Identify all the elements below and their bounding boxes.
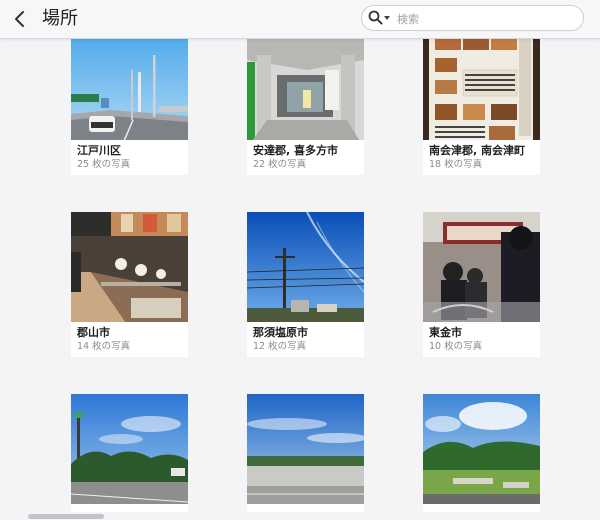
photo-count <box>71 508 188 512</box>
page-title: 場所 <box>42 8 78 29</box>
place-name: 東金市 <box>429 326 462 339</box>
place-card[interactable]: 江戸川区 25 枚の写真 <box>71 30 188 175</box>
place-thumbnail[interactable] <box>71 212 188 322</box>
place-thumbnail[interactable] <box>247 30 364 140</box>
back-button[interactable] <box>8 6 32 32</box>
place-thumbnail[interactable] <box>423 212 540 322</box>
place-card[interactable]: 東金市 10 枚の写真 <box>423 212 540 357</box>
place-name: 南会津郡, 南会津町 <box>429 144 526 157</box>
place-card[interactable] <box>247 394 364 512</box>
place-card[interactable]: 安達郡, 喜多方市 22 枚の写真 <box>247 30 364 175</box>
horizontal-scrollbar[interactable] <box>28 514 104 519</box>
place-thumbnail[interactable] <box>71 394 188 504</box>
place-name: 江戸川区 <box>77 144 121 157</box>
search-input[interactable] <box>395 8 579 30</box>
photo-count <box>247 508 364 512</box>
search-icon <box>368 10 383 25</box>
place-thumbnail[interactable] <box>247 212 364 322</box>
photo-count <box>423 508 540 512</box>
place-thumbnail[interactable] <box>423 30 540 140</box>
place-card[interactable]: 郡山市 14 枚の写真 <box>71 212 188 357</box>
photo-count: 12 枚の写真 <box>253 341 307 352</box>
place-thumbnail[interactable] <box>423 394 540 504</box>
place-card[interactable] <box>71 394 188 512</box>
photo-count: 25 枚の写真 <box>77 159 131 170</box>
place-thumbnail[interactable] <box>71 30 188 140</box>
header-bar: 場所 <box>0 0 600 39</box>
place-name: 那須塩原市 <box>253 326 308 339</box>
place-card[interactable]: 南会津郡, 南会津町 18 枚の写真 <box>423 30 540 175</box>
photo-count: 10 枚の写真 <box>429 341 483 352</box>
photo-count: 22 枚の写真 <box>253 159 307 170</box>
chevron-left-icon <box>15 11 24 27</box>
place-card[interactable] <box>423 394 540 512</box>
photo-count: 18 枚の写真 <box>429 159 483 170</box>
photo-count: 14 枚の写真 <box>77 341 131 352</box>
place-name: 郡山市 <box>77 326 110 339</box>
place-thumbnail[interactable] <box>247 394 364 504</box>
chevron-down-icon[interactable] <box>384 16 390 20</box>
search-box[interactable] <box>361 5 584 31</box>
place-name: 安達郡, 喜多方市 <box>253 144 339 157</box>
place-card[interactable]: 那須塩原市 12 枚の写真 <box>247 212 364 357</box>
